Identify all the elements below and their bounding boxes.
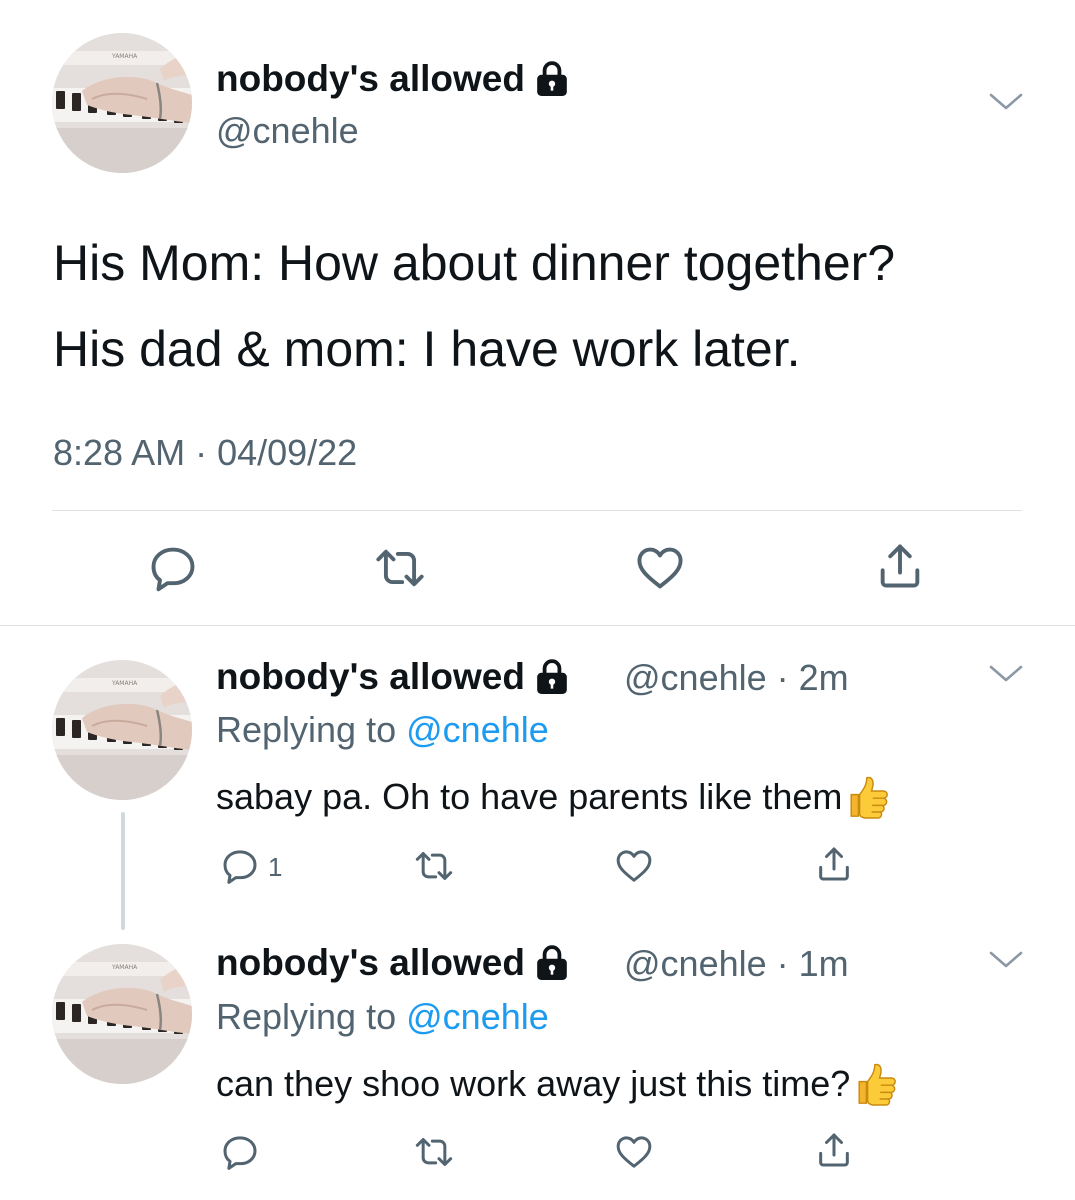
reply-icon[interactable] <box>147 542 199 594</box>
dot-separator: · <box>766 657 799 698</box>
divider <box>52 510 1022 511</box>
handle[interactable]: @cnehle <box>624 657 767 698</box>
lock-icon <box>535 945 569 981</box>
share-icon[interactable] <box>814 1130 854 1170</box>
thumbs-up-emoji <box>844 773 892 821</box>
relative-time[interactable]: 2m <box>799 657 849 698</box>
display-name-text: nobody's allowed <box>216 58 525 99</box>
avatar[interactable] <box>52 944 192 1084</box>
replying-to: Replying to @cnehle <box>216 709 549 751</box>
dot-separator: · <box>766 943 799 984</box>
display-name[interactable]: nobody's allowed <box>216 656 569 698</box>
handle[interactable]: @cnehle <box>624 943 767 984</box>
avatar-image <box>52 33 192 173</box>
relative-time[interactable]: 1m <box>799 943 849 984</box>
reply-icon[interactable] <box>220 1132 260 1172</box>
chevron-down-icon[interactable] <box>988 950 1024 970</box>
reply-text: sabay pa. Oh to have parents like them <box>216 773 892 821</box>
replying-label: Replying to <box>216 996 397 1037</box>
lock-icon <box>535 659 569 695</box>
reply-meta: @cnehle · 2m <box>624 657 849 699</box>
display-name-text: nobody's allowed <box>216 656 525 697</box>
tweet-text: His Mom: How about dinner together? His … <box>53 235 896 377</box>
mention-link[interactable]: @cnehle <box>406 709 549 750</box>
chevron-down-icon[interactable] <box>988 664 1024 684</box>
like-icon[interactable] <box>614 846 654 886</box>
avatar[interactable] <box>52 660 192 800</box>
divider <box>0 625 1075 626</box>
display-name[interactable]: nobody's allowed <box>216 942 569 984</box>
display-name[interactable]: nobody's allowed <box>216 58 569 100</box>
retweet-icon[interactable] <box>414 846 454 886</box>
lock-icon <box>535 61 569 97</box>
retweet-icon[interactable] <box>374 542 426 594</box>
avatar-image <box>52 944 192 1084</box>
reply-icon[interactable] <box>220 846 260 886</box>
reply-count: 1 <box>268 852 283 882</box>
like-icon[interactable] <box>614 1132 654 1172</box>
like-icon[interactable] <box>634 542 686 594</box>
share-icon[interactable] <box>874 540 926 592</box>
chevron-down-icon[interactable] <box>988 92 1024 112</box>
avatar-image <box>52 660 192 800</box>
thumbs-up-emoji <box>852 1060 900 1108</box>
timestamp[interactable]: 8:28 AM · 04/09/22 <box>53 432 357 474</box>
replying-label: Replying to <box>216 709 397 750</box>
replying-to: Replying to @cnehle <box>216 996 549 1038</box>
avatar[interactable] <box>52 33 192 173</box>
reply-meta: @cnehle · 1m <box>624 943 849 985</box>
mention-link[interactable]: @cnehle <box>406 996 549 1037</box>
display-name-text: nobody's allowed <box>216 942 525 983</box>
retweet-icon[interactable] <box>414 1132 454 1172</box>
reply-text-content: can they shoo work away just this time? <box>216 1063 851 1104</box>
thread-line <box>121 812 125 930</box>
reply-text: can they shoo work away just this time? <box>216 1060 900 1108</box>
share-icon[interactable] <box>814 844 854 884</box>
handle[interactable]: @cnehle <box>216 110 359 152</box>
reply-text-content: sabay pa. Oh to have parents like them <box>216 776 843 817</box>
